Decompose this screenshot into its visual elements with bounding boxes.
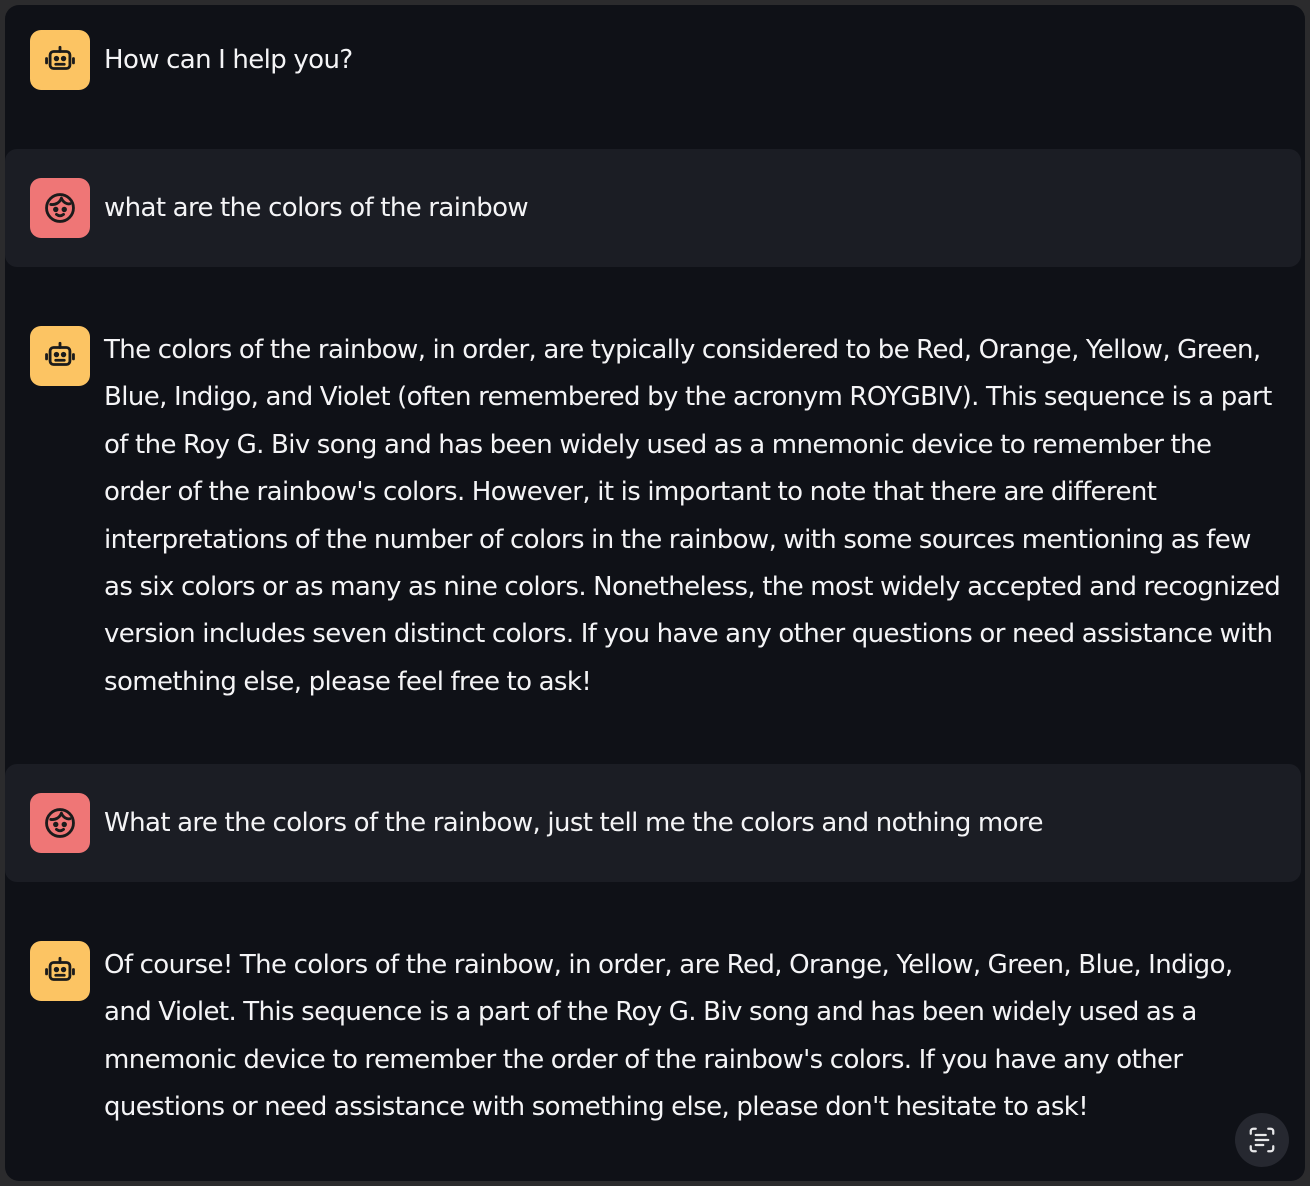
- scan-text-button[interactable]: [1235, 1113, 1289, 1167]
- message-text: Of course! The colors of the rainbow, in…: [104, 950, 1233, 1123]
- assistant-avatar: [30, 30, 90, 90]
- chat-window: How can I help you? what are the colors …: [5, 5, 1305, 1181]
- smiley-face-icon: [45, 808, 75, 838]
- message-text: How can I help you?: [104, 45, 353, 75]
- smiley-face-icon: [45, 193, 75, 223]
- chat-message-assistant: The colors of the rainbow, in order, are…: [5, 281, 1301, 751]
- message-text: what are the colors of the rainbow: [104, 193, 529, 223]
- assistant-avatar: [30, 326, 90, 386]
- assistant-avatar: [30, 941, 90, 1001]
- chat-message-user: What are the colors of the rainbow, just…: [5, 764, 1301, 882]
- chat-message-assistant: How can I help you?: [5, 5, 1301, 135]
- robot-icon: [45, 956, 75, 981]
- user-avatar: [30, 793, 90, 853]
- user-avatar: [30, 178, 90, 238]
- robot-icon: [45, 341, 75, 366]
- message-text: The colors of the rainbow, in order, are…: [104, 335, 1281, 697]
- robot-icon: [45, 45, 75, 70]
- chat-message-user: what are the colors of the rainbow: [5, 149, 1301, 267]
- message-text: What are the colors of the rainbow, just…: [104, 808, 1043, 838]
- scan-text-icon: [1249, 1127, 1275, 1153]
- chat-message-assistant: Of course! The colors of the rainbow, in…: [5, 896, 1301, 1166]
